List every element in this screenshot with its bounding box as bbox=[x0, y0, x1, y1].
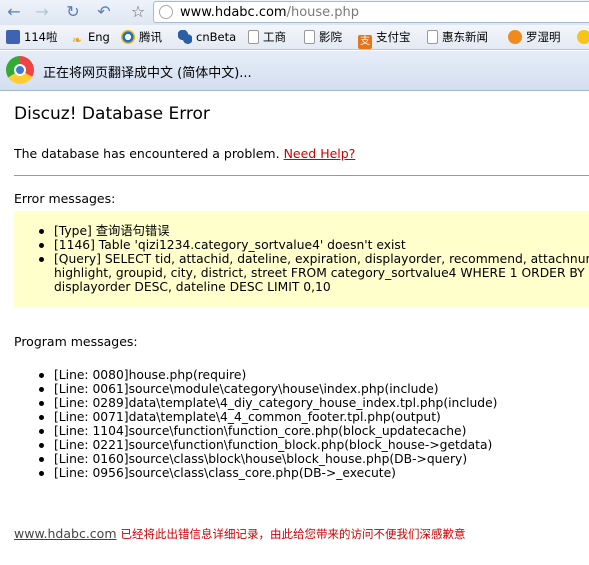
program-list: [Line: 0080]house.php(require) [Line: 00… bbox=[14, 368, 497, 480]
errors-heading: Error messages: bbox=[14, 191, 116, 206]
translate-status: 正在将网页翻译成中文 (简体中文)... bbox=[43, 66, 252, 81]
translate-logo-icon bbox=[6, 56, 34, 84]
program-heading: Program messages: bbox=[14, 334, 138, 349]
alipay-icon: 支 bbox=[358, 35, 372, 49]
bookmark-label: cnBeta bbox=[196, 30, 237, 44]
bookmark-114[interactable]: 114啦 bbox=[6, 28, 57, 46]
bookmark-eng[interactable]: ❧ Eng bbox=[70, 28, 110, 47]
bookmark-label: 工商 bbox=[263, 30, 286, 44]
error-box: [Type] 查询语句错误 [1146] Table 'qizi1234.cat… bbox=[14, 211, 589, 307]
page-icon bbox=[248, 30, 259, 44]
cnbeta-icon bbox=[178, 30, 192, 44]
tencent-icon bbox=[121, 30, 135, 44]
bookmark-huidong[interactable]: 惠东新闻 bbox=[427, 28, 488, 46]
page-icon bbox=[427, 30, 438, 44]
list-item: [1146] Table 'qizi1234.category_sortvalu… bbox=[14, 238, 589, 252]
page-title: Discuz! Database Error bbox=[14, 104, 210, 124]
star-icon[interactable]: ☆ bbox=[128, 2, 148, 22]
list-item: [Line: 0289]data\template\4_diy_category… bbox=[14, 396, 497, 410]
divider bbox=[14, 175, 589, 176]
globe-icon bbox=[159, 5, 173, 19]
list-item: [Line: 0061]source\module\category\house… bbox=[14, 382, 497, 396]
list-item: [Line: 1104]source\function\function_cor… bbox=[14, 424, 497, 438]
list-item: [Line: 0160]source\class\block\house\blo… bbox=[14, 452, 497, 466]
need-help-link[interactable]: Need Help? bbox=[284, 146, 356, 161]
list-item: [Line: 0221]source\function\function_blo… bbox=[14, 438, 497, 452]
list-item: [Line: 0956]source\class\class_core.php(… bbox=[14, 466, 497, 480]
list-item: [Query] SELECT tid, attachid, dateline, … bbox=[14, 252, 589, 266]
footer: www.hdabc.com 已经将此出错信息详细记录，由此给您带来的访问不便我们… bbox=[14, 526, 465, 542]
fox-icon bbox=[508, 30, 522, 44]
bookmark-icon bbox=[6, 30, 20, 44]
bookmark-label: 罗湿明 bbox=[526, 30, 561, 44]
bookmark-more[interactable] bbox=[577, 28, 589, 46]
bookmarks-bar: 114啦 ❧ Eng 腾讯 cnBeta 工商 影院 支支付宝 惠东新闻 罗湿明 bbox=[0, 25, 589, 50]
reload-icon[interactable]: ↻ bbox=[63, 2, 83, 22]
bookmark-label: 惠东新闻 bbox=[442, 30, 488, 44]
undo-close-icon[interactable]: ↶ bbox=[94, 2, 114, 22]
bookmark-label: 支付宝 bbox=[376, 30, 411, 44]
bookmark-yingyuan[interactable]: 影院 bbox=[304, 28, 342, 46]
translate-bar: 正在将网页翻译成中文 (简体中文)... bbox=[0, 51, 589, 91]
list-item-text: highlight, groupid, city, district, stre… bbox=[54, 266, 585, 280]
footer-site-link[interactable]: www.hdabc.com bbox=[14, 526, 117, 541]
bookmark-cnbeta[interactable]: cnBeta bbox=[178, 28, 236, 46]
error-description: The database has encountered a problem. … bbox=[14, 146, 355, 161]
more-icon bbox=[577, 30, 589, 44]
error-list: [Type] 查询语句错误 [1146] Table 'qizi1234.cat… bbox=[14, 224, 589, 294]
rss-icon: ❧ bbox=[71, 33, 83, 47]
url-path: /house.php bbox=[286, 5, 360, 20]
back-icon[interactable]: ← bbox=[4, 2, 24, 22]
bookmark-gongshang[interactable]: 工商 bbox=[248, 28, 286, 46]
bookmark-luo[interactable]: 罗湿明 bbox=[508, 28, 561, 46]
list-item-text: displayorder DESC, dateline DESC LIMIT 0… bbox=[54, 280, 331, 294]
browser-toolbar: ← → ↻ ↶ ☆ www.hdabc.com/house.php bbox=[0, 0, 589, 25]
bookmark-label: 影院 bbox=[319, 30, 342, 44]
footer-message: 已经将此出错信息详细记录，由此给您带来的访问不便我们深感歉意 bbox=[120, 527, 466, 541]
url-text: www.hdabc.com/house.php bbox=[180, 5, 359, 20]
bookmark-label: 腾讯 bbox=[139, 30, 162, 44]
page-icon bbox=[304, 30, 315, 44]
address-bar[interactable]: www.hdabc.com/house.php bbox=[153, 1, 589, 23]
forward-icon[interactable]: → bbox=[32, 2, 52, 22]
bookmark-tencent[interactable]: 腾讯 bbox=[121, 28, 162, 46]
list-item: [Type] 查询语句错误 bbox=[14, 224, 589, 238]
list-item-continued: highlight, groupid, city, district, stre… bbox=[14, 266, 589, 294]
list-item: [Line: 0071]data\template\4_4_common_foo… bbox=[14, 410, 497, 424]
list-item: [Line: 0080]house.php(require) bbox=[14, 368, 497, 382]
bookmark-label: Eng bbox=[88, 30, 110, 44]
bookmark-label: 114啦 bbox=[24, 30, 58, 44]
description-text: The database has encountered a problem. bbox=[14, 146, 280, 161]
url-host: www.hdabc.com bbox=[180, 5, 287, 20]
bookmark-alipay[interactable]: 支支付宝 bbox=[358, 28, 411, 49]
